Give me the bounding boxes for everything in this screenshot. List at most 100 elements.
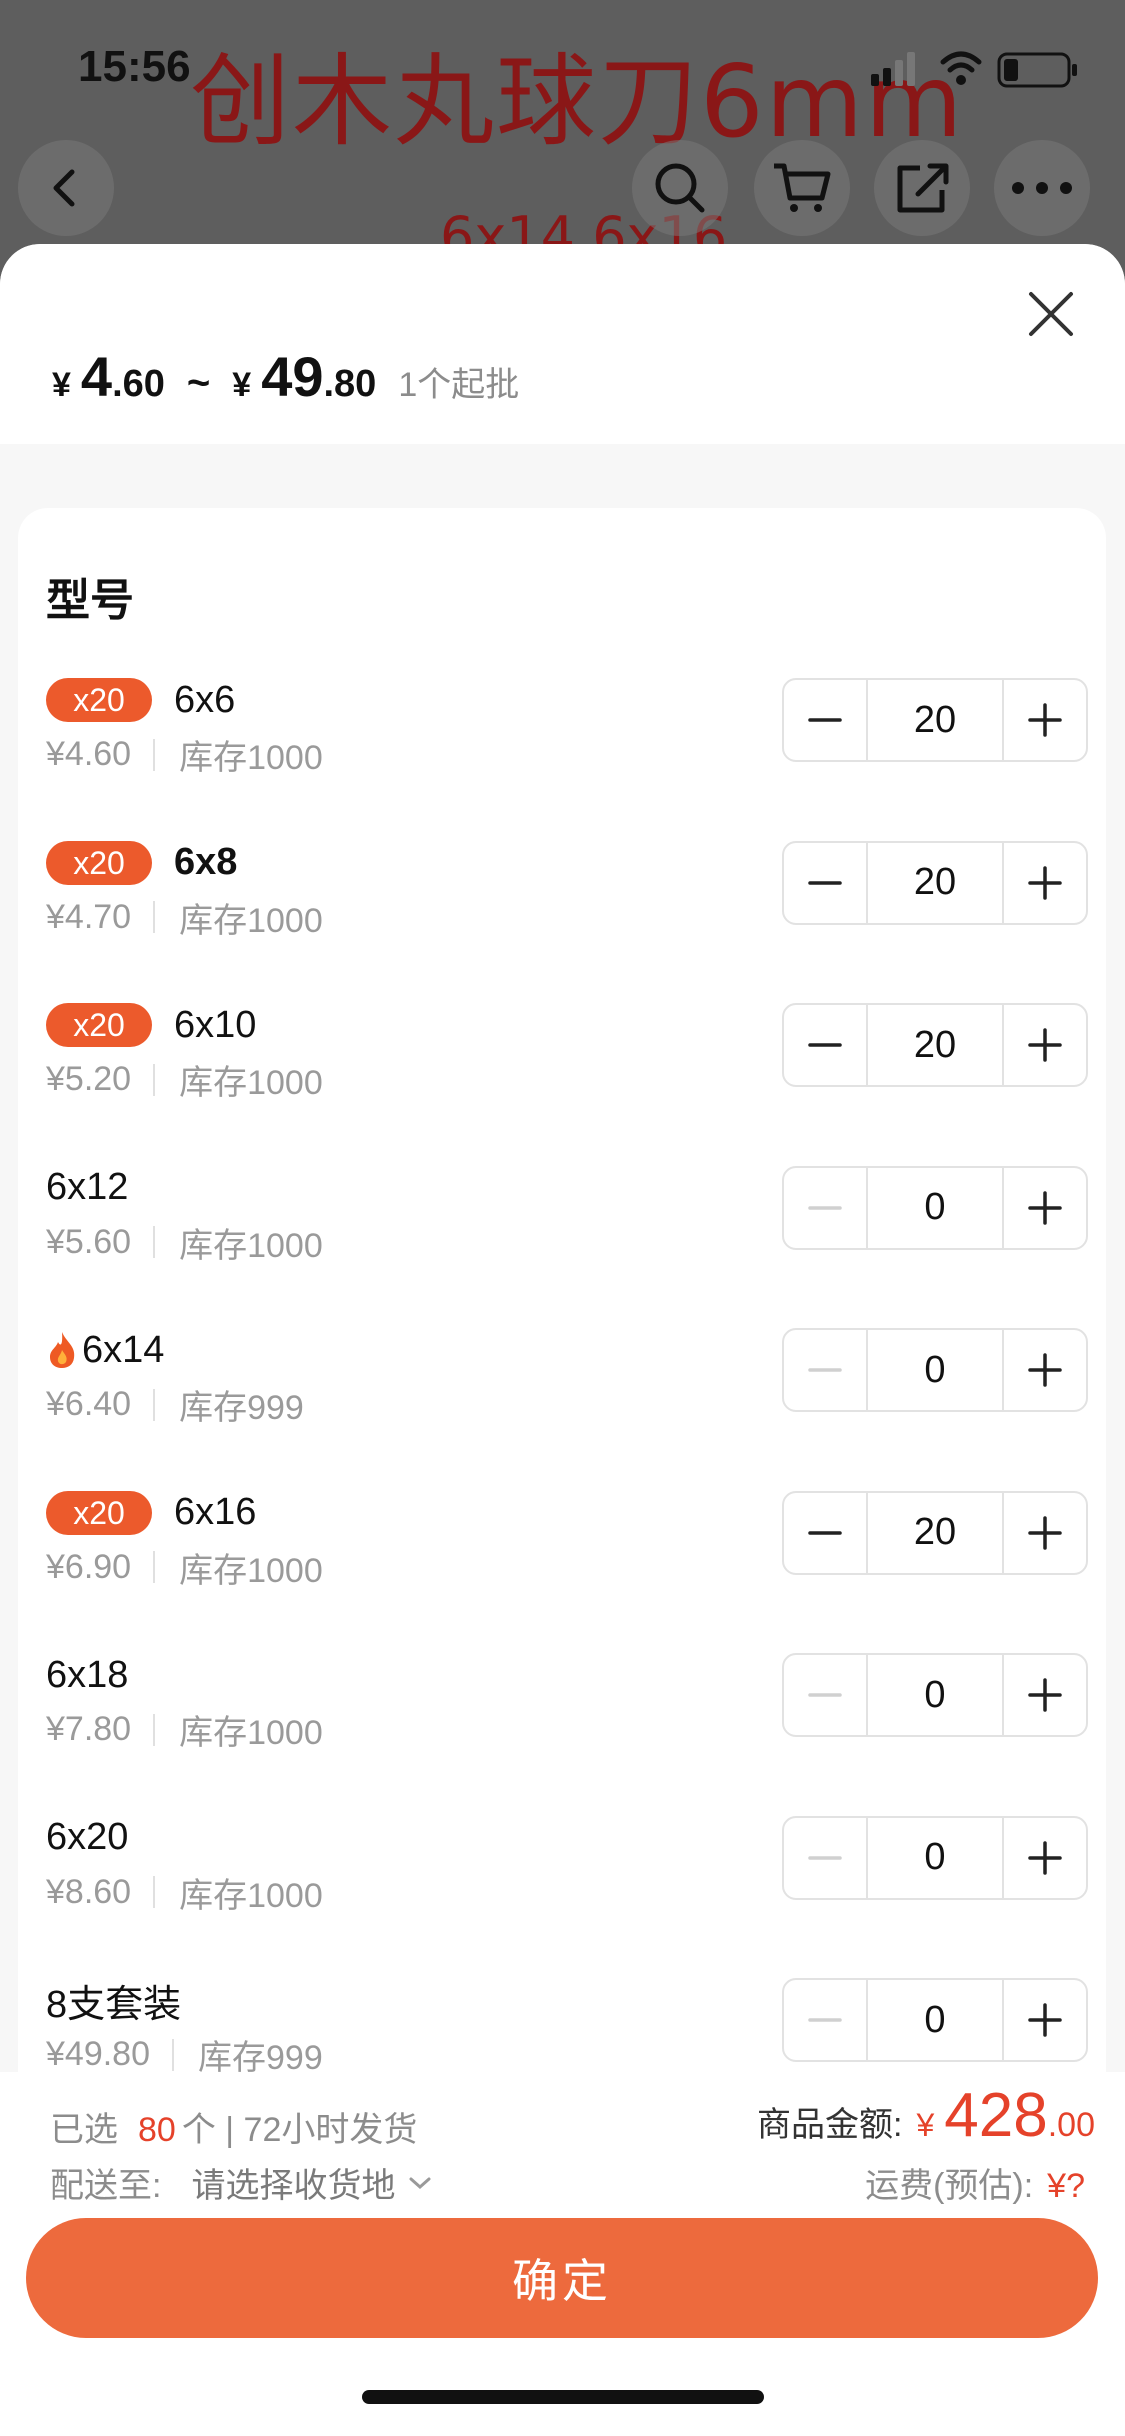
- quantity-input[interactable]: 0: [866, 1817, 1004, 1898]
- selected-suffix: 个 | 72小时发货: [181, 2111, 418, 2149]
- decrease-button[interactable]: [784, 1330, 866, 1410]
- qty-badge: x20: [46, 1490, 152, 1535]
- decrease-button[interactable]: [784, 1168, 866, 1248]
- sku-meta: ¥5.60 库存1000: [46, 1218, 323, 1267]
- close-icon[interactable]: [1025, 288, 1077, 340]
- price-min-int: 4: [80, 345, 113, 408]
- minus-icon: [808, 1205, 842, 1210]
- selected-count: 80: [138, 2111, 176, 2149]
- sheet-header: ¥ 4 .60 ~ ¥ 49 .80 1个起批: [0, 244, 1125, 444]
- ship-to[interactable]: 配送至: 请选择收货地: [50, 2158, 435, 2207]
- sku-price: ¥4.60: [46, 735, 132, 773]
- shipping-fee: 运费(预估): ¥?: [865, 2158, 1085, 2207]
- sku-row: 6x20 ¥8.60 库存1000 0: [18, 1814, 1106, 1954]
- sku-row: x20 6x8 ¥4.70 库存1000 20: [18, 839, 1106, 979]
- quantity-input[interactable]: 20: [866, 842, 1004, 923]
- more-button[interactable]: [994, 140, 1090, 236]
- sku-title-line: x20 6x16: [46, 1489, 256, 1537]
- plus-icon: [1028, 1840, 1062, 1875]
- sku-name: 8支套装: [46, 1983, 182, 2026]
- battery-icon: [997, 52, 1077, 88]
- sku-title-line: 6x18: [46, 1651, 128, 1699]
- divider: [153, 1063, 156, 1096]
- amount-currency: ¥: [916, 2107, 935, 2143]
- currency-symbol: ¥: [52, 366, 71, 404]
- decrease-button[interactable]: [784, 1980, 866, 2060]
- quantity-input[interactable]: 0: [866, 1330, 1004, 1410]
- sku-row: x20 6x10 ¥5.20 库存1000 20: [18, 1001, 1106, 1141]
- increase-button[interactable]: [1004, 1493, 1086, 1573]
- decrease-button[interactable]: [784, 1005, 866, 1085]
- search-icon: [655, 163, 705, 213]
- decrease-button[interactable]: [784, 843, 866, 923]
- home-indicator: [362, 2390, 764, 2404]
- amount-int: 428: [944, 2081, 1048, 2150]
- increase-button[interactable]: [1004, 1818, 1086, 1898]
- decrease-button[interactable]: [784, 1493, 866, 1573]
- decrease-button[interactable]: [784, 1818, 866, 1898]
- increase-button[interactable]: [1004, 1005, 1086, 1085]
- product-title-bg: 创木丸球刀6mm: [190, 43, 965, 160]
- minus-icon: [808, 1043, 842, 1047]
- sku-stock: 库存999: [179, 1389, 304, 1427]
- plus-icon: [1028, 1353, 1062, 1387]
- sku-row: x20 6x16 ¥6.90 库存1000 20: [18, 1489, 1106, 1629]
- increase-button[interactable]: [1004, 843, 1086, 923]
- quantity-input[interactable]: 20: [866, 1005, 1004, 1085]
- plus-icon: [1028, 703, 1062, 737]
- qty-badge: x20: [46, 678, 152, 722]
- decrease-button[interactable]: [784, 1655, 866, 1735]
- confirm-button[interactable]: 确定: [26, 2218, 1098, 2338]
- sku-meta: ¥5.20 库存1000: [46, 1055, 323, 1104]
- divider: [153, 1713, 156, 1746]
- quantity-input[interactable]: 0: [866, 1167, 1004, 1248]
- quantity-input[interactable]: 20: [866, 1492, 1004, 1573]
- plus-icon: [1028, 1678, 1062, 1712]
- quantity-stepper: 0: [782, 1165, 1088, 1250]
- sku-meta: ¥6.90 库存1000: [46, 1543, 323, 1592]
- sku-title-line: x20 6x8: [46, 839, 237, 887]
- cart-button[interactable]: [754, 140, 850, 236]
- qty-badge: x20: [46, 840, 152, 885]
- minus-icon: [808, 1368, 842, 1372]
- sku-name: 6x10: [174, 1003, 257, 1046]
- increase-button[interactable]: [1004, 1655, 1086, 1735]
- sku-stock: 库存1000: [179, 901, 323, 940]
- quantity-input[interactable]: 0: [866, 1980, 1004, 2060]
- share-button[interactable]: [874, 140, 970, 236]
- sku-price: ¥6.40: [46, 1385, 132, 1423]
- sku-sheet: ¥ 4 .60 ~ ¥ 49 .80 1个起批 型号 x20 6x6 ¥4.60 库存…: [0, 244, 1125, 2436]
- sku-title-line: x20 6x6: [46, 676, 235, 724]
- ship-address-select[interactable]: 请选择收货地: [191, 2158, 395, 2207]
- sku-name: 6x8: [174, 841, 238, 883]
- quantity-input[interactable]: 20: [866, 680, 1004, 760]
- sku-title-line: 6x20: [46, 1814, 128, 1862]
- more-icon: [1012, 182, 1072, 194]
- search-button[interactable]: [632, 140, 728, 236]
- plus-icon: [1028, 1190, 1062, 1225]
- quantity-stepper: 20: [782, 678, 1088, 762]
- sku-row: x20 6x6 ¥4.60 库存1000 20: [18, 676, 1106, 816]
- divider: [153, 1876, 156, 1908]
- increase-button[interactable]: [1004, 1168, 1086, 1248]
- cart-icon: [774, 163, 831, 212]
- increase-button[interactable]: [1004, 680, 1086, 760]
- qty-badge: x20: [46, 1003, 152, 1047]
- sku-row: 6x12 ¥5.60 库存1000 0: [18, 1164, 1106, 1304]
- quantity-stepper: 0: [782, 1328, 1088, 1412]
- divider: [153, 1226, 156, 1258]
- sku-stock: 库存1000: [179, 1714, 323, 1752]
- fee-value: ¥?: [1047, 2167, 1085, 2205]
- status-icons: [871, 51, 1077, 88]
- sku-title-line: 8支套装: [46, 1976, 181, 2026]
- ship-label: 配送至:: [50, 2167, 162, 2205]
- increase-button[interactable]: [1004, 1980, 1086, 2060]
- quantity-input[interactable]: 0: [866, 1655, 1004, 1735]
- increase-button[interactable]: [1004, 1330, 1086, 1410]
- price-max-int: 49: [261, 345, 324, 408]
- divider: [153, 738, 156, 771]
- minus-icon: [808, 1693, 842, 1697]
- decrease-button[interactable]: [784, 680, 866, 760]
- back-button[interactable]: [18, 140, 114, 236]
- sku-meta: ¥8.60 库存1000: [46, 1868, 323, 1917]
